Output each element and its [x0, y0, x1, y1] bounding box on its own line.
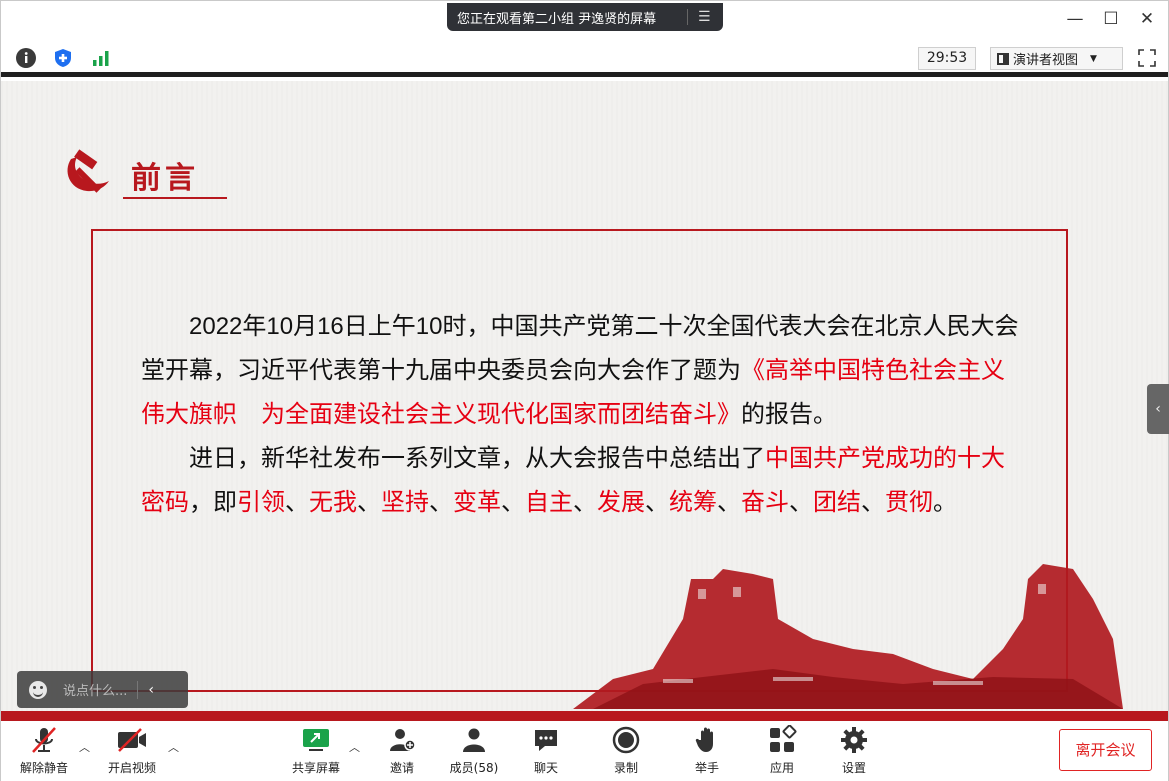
code-separator: 、 — [861, 489, 885, 516]
muted-mic-icon — [13, 725, 75, 755]
meeting-toolbar: 29:53 演讲者视图 ▼ — [1, 39, 1168, 77]
code-item: 变革 — [453, 489, 501, 516]
settings-button[interactable]: 设置 — [829, 725, 879, 776]
close-button[interactable]: ✕ — [1135, 9, 1159, 29]
layout-icon — [997, 52, 1009, 65]
code-separator: 、 — [645, 489, 669, 516]
members-button[interactable]: 成员(58) — [443, 725, 505, 776]
share-screen-button[interactable]: 共享屏幕 — [285, 725, 347, 776]
chat-input-pill[interactable]: 说点什么... ‹ — [17, 671, 188, 708]
invite-label: 邀请 — [389, 761, 414, 775]
code-item: 无我 — [309, 489, 357, 516]
slide-heading: 前言 — [131, 161, 199, 196]
code-item: 自主 — [525, 489, 573, 516]
start-video-label: 开启视频 — [107, 761, 156, 775]
unmute-label: 解除静音 — [19, 761, 68, 775]
members-label: 成员(58) — [449, 761, 499, 775]
code-item: 团结 — [813, 489, 861, 516]
great-wall-illustration — [573, 564, 1123, 709]
record-icon — [601, 725, 651, 755]
fullscreen-icon[interactable] — [1137, 48, 1157, 68]
meeting-window: 您正在观看第二小组 尹逸贤的屏幕 ☰ — ☐ ✕ 29:53 演讲者视图 ▼ 前… — [0, 0, 1169, 781]
chevron-left-icon[interactable]: ‹ — [148, 682, 154, 698]
shield-icon[interactable] — [53, 48, 73, 68]
add-user-icon — [377, 725, 427, 755]
para2-text: 进日，新华社发布一系列文章，从大会报告中总结出了 — [189, 445, 765, 472]
code-separator: 、 — [717, 489, 741, 516]
hammer-sickle-icon — [67, 149, 109, 193]
title-bar: 您正在观看第二小组 尹逸贤的屏幕 ☰ — ☐ ✕ — [1, 1, 1168, 39]
audio-options-chevron[interactable]: ︿ — [79, 739, 90, 755]
unmute-button[interactable]: 解除静音 — [13, 725, 75, 776]
camera-off-icon — [101, 725, 163, 755]
info-icon[interactable] — [16, 48, 36, 68]
share-screen-label: 共享屏幕 — [291, 761, 340, 775]
invite-button[interactable]: 邀请 — [377, 725, 427, 776]
code-item: 引领 — [237, 489, 285, 516]
settings-label: 设置 — [841, 761, 866, 775]
minimize-button[interactable]: — — [1063, 9, 1087, 29]
meeting-timer: 29:53 — [918, 47, 976, 70]
emoji-icon[interactable] — [29, 680, 47, 699]
code-separator: 、 — [429, 489, 453, 516]
share-banner[interactable]: 您正在观看第二小组 尹逸贤的屏幕 ☰ — [447, 3, 723, 31]
paragraph-1: 2022年10月16日上午10时，中国共产党第二十次全国代表大会在北京人民大会堂… — [141, 305, 1027, 437]
chevron-down-icon: ▼ — [1090, 53, 1097, 64]
raise-hand-button[interactable]: 举手 — [682, 725, 732, 776]
apps-button[interactable]: 应用 — [757, 725, 807, 776]
apps-icon — [757, 725, 807, 755]
code-separator: 、 — [285, 489, 309, 516]
heading-underline — [123, 197, 227, 199]
meeting-controls: 解除静音 ︿ 开启视频 ︿ 共享屏幕 ︿ 邀请 成员(58) 聊天 录制 举手 … — [1, 721, 1168, 781]
chat-placeholder[interactable]: 说点什么... — [63, 680, 127, 699]
gear-icon — [829, 725, 879, 755]
record-button[interactable]: 录制 — [601, 725, 651, 776]
banner-divider — [687, 9, 688, 25]
share-banner-text: 您正在观看第二小组 尹逸贤的屏幕 — [457, 11, 657, 27]
code-item: 坚持 — [381, 489, 429, 516]
code-item: 统筹 — [669, 489, 717, 516]
speaker-view-label: 演讲者视图 — [1013, 53, 1079, 68]
chat-icon — [521, 725, 571, 755]
code-separator: 、 — [357, 489, 381, 516]
apps-label: 应用 — [769, 761, 794, 775]
raise-hand-label: 举手 — [694, 761, 719, 775]
leave-meeting-button[interactable]: 离开会议 — [1059, 729, 1152, 771]
paragraph-2: 进日，新华社发布一系列文章，从大会报告中总结出了中国共产党成功的十大密码，即引领… — [141, 437, 1027, 525]
banner-menu-icon[interactable]: ☰ — [698, 9, 711, 25]
record-label: 录制 — [613, 761, 638, 775]
slide-body: 2022年10月16日上午10时，中国共产党第二十次全国代表大会在北京人民大会堂… — [141, 305, 1027, 525]
code-separator: 、 — [573, 489, 597, 516]
maximize-button[interactable]: ☐ — [1099, 9, 1123, 29]
chat-label: 聊天 — [533, 761, 558, 775]
para2-ji: ，即 — [189, 489, 237, 516]
code-item: 贯彻 — [885, 489, 933, 516]
code-item: 发展 — [597, 489, 645, 516]
start-video-button[interactable]: 开启视频 — [101, 725, 163, 776]
speaker-view-dropdown[interactable]: 演讲者视图 ▼ — [990, 47, 1123, 70]
side-panel-toggle[interactable]: ‹ — [1147, 384, 1169, 434]
code-separator: 、 — [501, 489, 525, 516]
shared-slide: 前言 2022年10月16日上午10时，中国共产党第二十次全国代表大会在北京人民… — [1, 81, 1168, 721]
code-item: 奋斗 — [741, 489, 789, 516]
hand-icon — [682, 725, 732, 755]
signal-strength-icon[interactable] — [91, 48, 111, 68]
chat-button[interactable]: 聊天 — [521, 725, 571, 776]
video-options-chevron[interactable]: ︿ — [168, 739, 179, 755]
members-icon — [443, 725, 505, 755]
chat-divider — [137, 680, 139, 699]
share-screen-icon — [285, 725, 347, 755]
code-separator: 、 — [789, 489, 813, 516]
share-options-chevron[interactable]: ︿ — [349, 739, 360, 755]
para2-end: 。 — [933, 489, 957, 516]
slide-bottom-band — [1, 711, 1168, 721]
para1-tail: 的报告。 — [741, 401, 837, 428]
